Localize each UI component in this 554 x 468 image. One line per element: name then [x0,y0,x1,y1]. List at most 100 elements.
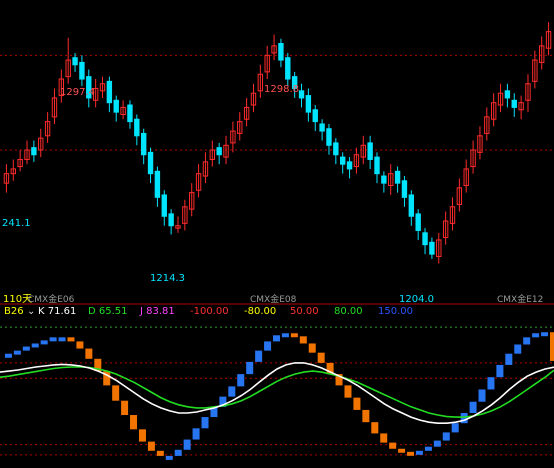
j-block-28 [246,361,254,375]
j-block-23 [201,417,209,429]
j-block-27 [237,374,245,387]
d-value-label: D 65.51 [88,306,128,317]
level-label-5: 150.00 [378,306,413,317]
low-label-right: 1204.0 [399,294,434,305]
candle-body-31 [216,147,222,156]
j-block-46 [407,451,415,456]
k-value-label: K 71.61 [38,306,77,317]
low-label-mid: 1214.3 [150,273,185,284]
j-block-8 [67,337,75,342]
indicator-dropdown-icon[interactable]: ⌄ [27,306,35,317]
j-block-1 [4,353,12,358]
j-block-50 [442,432,450,441]
j-block-15 [130,415,138,430]
j-block-9 [76,341,84,349]
j-block-36 [317,352,325,363]
candle-body-61 [422,232,428,246]
level-label-4: 80.00 [334,306,363,317]
j-block-47 [415,450,423,455]
j-block-40 [353,397,361,410]
chart-svg: 1297.4 1298.8 241.1 1214.3 1204.0 110天 C… [0,22,554,460]
j-block-20 [174,449,182,456]
candle-body-16 [113,99,119,113]
candle-body-57 [394,170,401,184]
level-label-1: -100.00 [190,306,229,317]
level-label-3: 50.00 [290,306,319,317]
j-block-22 [192,428,200,440]
j-block-43 [380,433,388,443]
low-label-left: 241.1 [2,218,31,229]
j-block-16 [138,429,146,442]
price-panel [0,22,554,264]
j-block-58 [514,344,522,354]
candle-body-19 [134,118,140,137]
j-block-30 [264,341,272,351]
candle-body-47 [326,128,332,146]
candle-body-21 [147,151,154,175]
j-block-44 [389,442,397,449]
j-block-60 [532,333,540,338]
j-block-34 [299,336,307,344]
candle-body-58 [401,180,408,198]
j-block-26 [228,386,236,397]
candle-body-41 [285,57,291,80]
j-block-39 [344,385,352,398]
j-block-17 [147,441,155,451]
period-label-1: CMX金E06 [28,293,75,305]
high-label-mid: 1298.8 [264,84,299,95]
candle-body-20 [140,132,147,156]
j-block-55 [487,377,495,390]
candle-body-50 [346,161,353,170]
k-line [0,362,554,424]
candle-body-43 [298,90,305,99]
j-block-61 [541,332,549,337]
candle-body-59 [408,194,415,217]
candle-body-18 [127,104,133,123]
indicator-name[interactable]: B26 [4,306,24,317]
j-block-33 [290,333,298,338]
chart-root: 1297.4 1298.8 241.1 1214.3 1204.0 110天 C… [0,0,554,464]
candle-body-62 [429,241,435,255]
candle-body-40 [278,43,284,61]
j-block-35 [308,343,316,353]
j-block-4 [31,343,39,348]
j-block-53 [469,401,477,413]
j-block-29 [255,350,263,362]
candle-body-4 [31,147,37,156]
j-block-45 [398,448,406,453]
candle-body-49 [339,156,346,165]
candle-body-45 [312,109,318,123]
period-label-3: CMX金E12 [497,293,543,305]
j-block-21 [183,439,191,450]
j-block-31 [273,335,280,342]
j-block-42 [371,422,379,434]
candle-body-60 [415,213,421,231]
j-block-62 [550,332,554,361]
period-label-2: CMX金E08 [250,293,297,305]
candle-body-11 [79,61,85,80]
j-block-13 [112,385,120,401]
candle-body-53 [367,142,373,160]
j-block-32 [281,333,289,338]
candle-body-24 [168,213,174,227]
j-block-19 [165,455,173,460]
j-block-7 [58,337,66,342]
j-block-57 [505,353,513,365]
candle-body-10 [72,57,78,66]
j-block-56 [496,364,504,378]
j-block-6 [49,337,57,342]
candle-body-22 [154,170,161,198]
j-block-3 [22,346,30,351]
j-block-52 [460,412,468,424]
candle-body-73 [504,90,511,99]
candle-body-15 [106,80,113,104]
candle-body-54 [374,156,380,175]
j-block-14 [121,400,129,416]
candle-body-55 [381,175,387,184]
j-block-59 [523,337,531,345]
j-block-10 [85,348,93,359]
j-block-51 [451,423,459,433]
j-block-48 [424,446,432,451]
candle-body-74 [511,99,517,108]
j-block-54 [478,389,486,402]
